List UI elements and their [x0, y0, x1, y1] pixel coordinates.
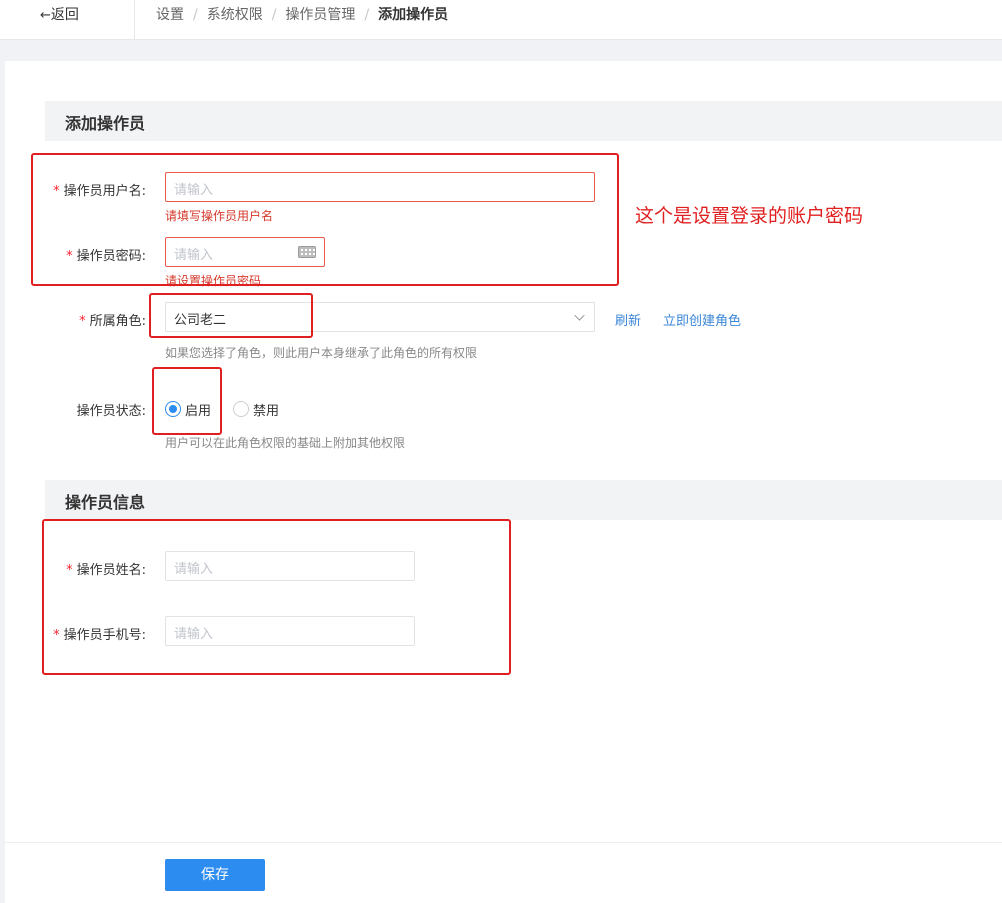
section-header-add-operator: 添加操作员: [45, 101, 1002, 141]
name-label: * 操作员姓名:: [66, 563, 146, 578]
username-error: 请填写操作员用户名: [165, 209, 274, 223]
role-select-value: 公司老二: [174, 313, 227, 328]
keyboard-icon[interactable]: [298, 246, 316, 258]
status-hint: 用户可以在此角色权限的基础上附加其他权限: [165, 436, 406, 450]
back-button[interactable]: ←返回: [40, 4, 79, 24]
role-label: * 所属角色:: [79, 314, 146, 329]
password-error: 请设置操作员密码: [165, 274, 262, 288]
top-bar: ←返回 设置 / 系统权限 / 操作员管理 / 添加操作员: [0, 0, 1002, 40]
status-label: 操作员状态:: [76, 404, 146, 419]
password-label: * 操作员密码:: [66, 249, 146, 264]
phone-label: * 操作员手机号:: [53, 628, 146, 643]
required-mark: *: [53, 628, 60, 643]
required-mark: *: [53, 184, 60, 199]
required-mark: *: [66, 249, 73, 264]
breadcrumb-operator-management[interactable]: 操作员管理: [285, 7, 355, 23]
section-title: 操作员信息: [65, 493, 146, 512]
required-mark: *: [79, 314, 86, 329]
breadcrumb: 设置 / 系统权限 / 操作员管理 / 添加操作员: [156, 7, 449, 23]
phone-placeholder: 请输入: [174, 627, 214, 642]
radio-checked-icon: [165, 401, 181, 417]
name-placeholder: 请输入: [174, 562, 214, 577]
divider: [134, 0, 135, 40]
radio-unchecked-icon: [233, 401, 249, 417]
name-input[interactable]: 请输入: [165, 551, 415, 581]
phone-input[interactable]: 请输入: [165, 616, 415, 646]
role-select[interactable]: 公司老二: [165, 302, 595, 332]
back-label: 返回: [50, 7, 79, 23]
chevron-down-icon: [574, 310, 585, 321]
breadcrumb-current: 添加操作员: [378, 7, 449, 23]
username-placeholder: 请输入: [174, 183, 214, 198]
required-mark: *: [66, 563, 73, 578]
username-input[interactable]: 请输入: [165, 172, 595, 202]
breadcrumb-system-permission[interactable]: 系统权限: [207, 7, 263, 23]
annotation-text: 这个是设置登录的账户密码: [635, 205, 864, 227]
breadcrumb-settings[interactable]: 设置: [156, 7, 184, 23]
refresh-link[interactable]: 刷新: [615, 310, 641, 329]
save-button[interactable]: 保存: [165, 859, 265, 891]
radio-enable-label: 启用: [185, 404, 212, 419]
section-header-operator-info: 操作员信息: [45, 480, 1002, 520]
radio-disable-label: 禁用: [253, 404, 280, 419]
password-placeholder: 请输入: [174, 248, 214, 263]
create-role-link[interactable]: 立即创建角色: [663, 310, 741, 329]
password-input[interactable]: 请输入: [165, 237, 325, 267]
role-hint: 如果您选择了角色，则此用户本身继承了此角色的所有权限: [165, 346, 478, 360]
arrow-left-icon: ←: [40, 8, 51, 23]
section-title: 添加操作员: [65, 114, 146, 133]
footer-divider: [5, 842, 1002, 843]
username-label: * 操作员用户名:: [53, 184, 146, 199]
